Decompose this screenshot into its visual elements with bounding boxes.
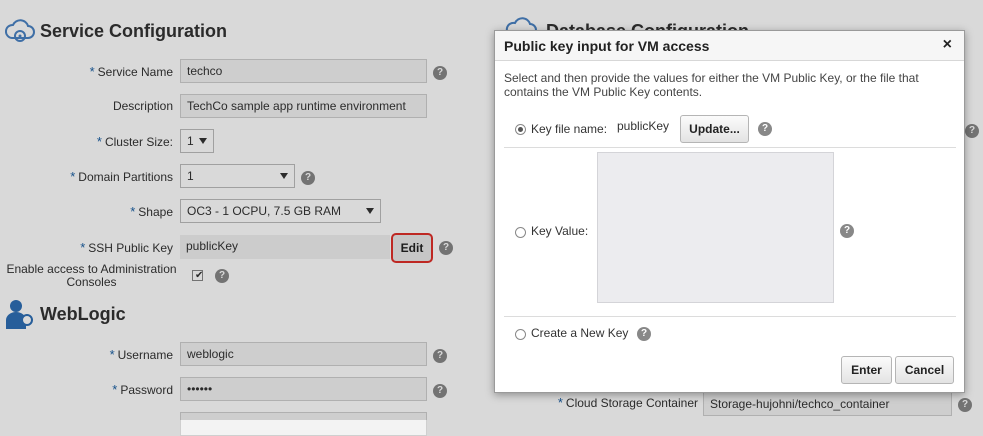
create-new-key-radio[interactable] (515, 329, 526, 340)
dialog-description: Select and then provide the values for e… (504, 71, 919, 99)
key-value-textarea[interactable] (597, 152, 834, 303)
enter-button[interactable]: Enter (841, 356, 892, 384)
public-key-dialog: Public key input for VM access × Select … (494, 30, 965, 393)
key-value-radio[interactable] (515, 227, 526, 238)
create-new-key-label: Create a New Key (531, 326, 629, 340)
update-button[interactable]: Update... (680, 115, 749, 143)
divider (504, 147, 956, 148)
cancel-button[interactable]: Cancel (895, 356, 954, 384)
key-value-help-icon[interactable]: ? (840, 224, 854, 238)
radio-selected-dot (518, 127, 523, 132)
key-file-value: publicKey (617, 119, 670, 133)
key-value-label: Key Value: (531, 224, 589, 238)
key-file-radio[interactable] (515, 124, 526, 135)
dialog-title: Public key input for VM access (504, 38, 710, 54)
key-file-label: Key file name: (531, 122, 608, 136)
close-icon[interactable]: × (943, 36, 952, 54)
divider (504, 316, 956, 317)
key-file-help-icon[interactable]: ? (758, 122, 772, 136)
create-new-key-help-icon[interactable]: ? (637, 327, 651, 341)
dialog-header: Public key input for VM access × (495, 31, 964, 61)
